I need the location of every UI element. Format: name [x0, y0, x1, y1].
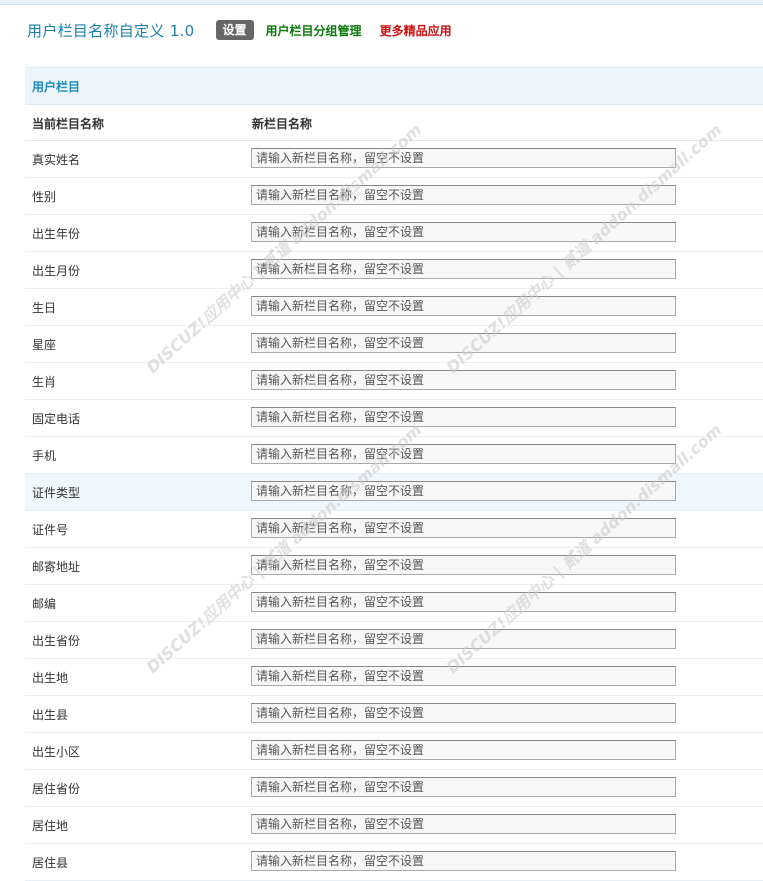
field-rows: 真实姓名性别出生年份出生月份生日星座生肖固定电话手机证件类型证件号邮寄地址邮编出… — [25, 141, 763, 881]
new-name-input[interactable] — [251, 222, 676, 242]
field-label: 出生月份 — [32, 264, 81, 278]
more-apps-link[interactable]: 更多精品应用 — [380, 22, 452, 39]
new-name-input[interactable] — [251, 851, 676, 871]
column-header-row: 当前栏目名称 新栏目名称 — [25, 104, 763, 141]
field-row: 出生小区 — [25, 733, 763, 770]
field-label: 真实姓名 — [32, 153, 81, 167]
new-name-input[interactable] — [251, 370, 676, 390]
settings-button[interactable]: 设置 — [215, 20, 254, 40]
new-name-input[interactable] — [251, 814, 676, 834]
field-label: 证件号 — [32, 523, 69, 537]
section-title: 用户栏目 — [32, 80, 81, 94]
field-label: 性别 — [32, 190, 57, 204]
field-label: 邮编 — [32, 597, 57, 611]
field-label: 居住省份 — [32, 782, 81, 796]
field-row: 邮寄地址 — [25, 548, 763, 585]
field-row: 手机 — [25, 437, 763, 474]
new-name-input[interactable] — [251, 740, 676, 760]
new-name-input[interactable] — [251, 777, 676, 797]
field-label: 星座 — [32, 338, 57, 352]
field-row: 生日 — [25, 289, 763, 326]
field-row: 出生县 — [25, 696, 763, 733]
top-border — [0, 0, 763, 5]
field-row: 证件类型 — [25, 474, 763, 511]
field-label: 居住县 — [32, 856, 69, 870]
new-name-input[interactable] — [251, 703, 676, 723]
field-row: 生肖 — [25, 363, 763, 400]
new-name-input[interactable] — [251, 629, 676, 649]
field-label: 生日 — [32, 301, 57, 315]
field-row: 居住县 — [25, 844, 763, 881]
field-label: 出生省份 — [32, 634, 81, 648]
field-row: 星座 — [25, 326, 763, 363]
field-label: 手机 — [32, 449, 57, 463]
field-label: 出生小区 — [32, 745, 81, 759]
field-row: 居住地 — [25, 807, 763, 844]
field-row: 真实姓名 — [25, 141, 763, 178]
new-name-input[interactable] — [251, 592, 676, 612]
field-row: 证件号 — [25, 511, 763, 548]
new-name-input[interactable] — [251, 666, 676, 686]
field-label: 证件类型 — [32, 486, 81, 500]
page-header: 用户栏目名称自定义 1.0 设置 用户栏目分组管理 更多精品应用 — [27, 18, 452, 42]
new-name-input[interactable] — [251, 333, 676, 353]
new-name-input[interactable] — [251, 481, 676, 501]
new-name-input[interactable] — [251, 444, 676, 464]
field-label: 固定电话 — [32, 412, 81, 426]
field-row: 出生省份 — [25, 622, 763, 659]
field-row: 出生月份 — [25, 252, 763, 289]
new-name-input[interactable] — [251, 518, 676, 538]
group-management-link[interactable]: 用户栏目分组管理 — [266, 22, 362, 39]
section-header: 用户栏目 — [25, 67, 763, 105]
field-label: 生肖 — [32, 375, 57, 389]
new-name-input[interactable] — [251, 259, 676, 279]
new-name-input[interactable] — [251, 407, 676, 427]
column-current-name: 当前栏目名称 — [32, 117, 105, 131]
field-row: 邮编 — [25, 585, 763, 622]
field-row: 居住省份 — [25, 770, 763, 807]
new-name-input[interactable] — [251, 148, 676, 168]
field-row: 出生地 — [25, 659, 763, 696]
field-row: 性别 — [25, 178, 763, 215]
new-name-input[interactable] — [251, 185, 676, 205]
field-row: 固定电话 — [25, 400, 763, 437]
page-title: 用户栏目名称自定义 1.0 — [27, 21, 195, 40]
column-new-name: 新栏目名称 — [252, 117, 313, 131]
field-label: 邮寄地址 — [32, 560, 81, 574]
new-name-input[interactable] — [251, 296, 676, 316]
field-row: 出生年份 — [25, 215, 763, 252]
field-label: 出生地 — [32, 671, 69, 685]
field-label: 居住地 — [32, 819, 69, 833]
field-label: 出生县 — [32, 708, 69, 722]
field-label: 出生年份 — [32, 227, 81, 241]
new-name-input[interactable] — [251, 555, 676, 575]
